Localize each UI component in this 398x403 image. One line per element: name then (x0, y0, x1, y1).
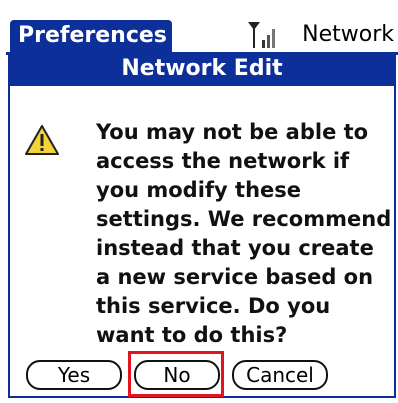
signal-strength-icon (248, 22, 275, 48)
warning-icon (25, 125, 59, 155)
network-edit-dialog: Network Edit You may not be able to acce… (8, 52, 396, 398)
app-title-tab[interactable]: Preferences (10, 20, 172, 52)
dialog-message: You may not be able to access the networ… (96, 120, 392, 347)
no-button-highlight (128, 351, 224, 397)
yes-button[interactable]: Yes (26, 360, 122, 390)
category-label[interactable]: Network (302, 19, 394, 51)
dialog-title: Network Edit (10, 52, 394, 86)
cancel-button[interactable]: Cancel (232, 360, 328, 390)
